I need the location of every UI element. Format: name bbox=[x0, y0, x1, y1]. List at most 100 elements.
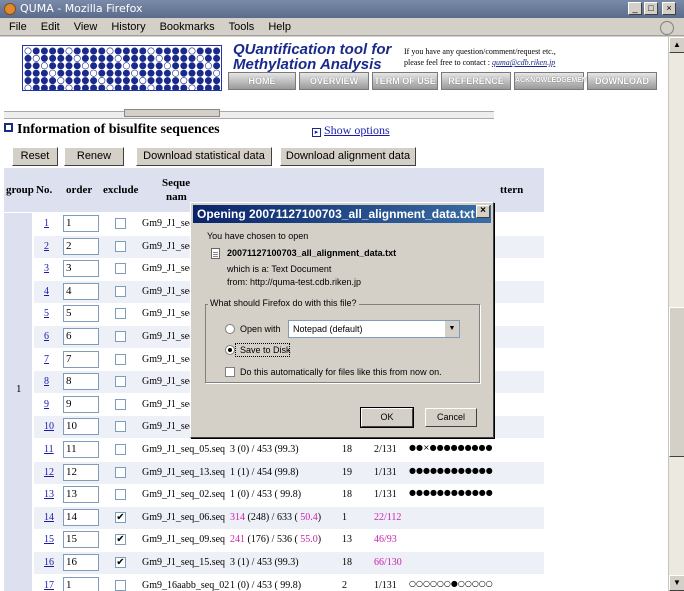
row-number-link[interactable]: 10 bbox=[44, 421, 54, 432]
auto-checkbox[interactable] bbox=[225, 367, 235, 377]
exclude-checkbox[interactable] bbox=[115, 376, 126, 388]
nav-acknowledgements[interactable]: ACKNOWLEDGEMENTS bbox=[514, 72, 596, 90]
nav-reference[interactable]: REFERENCE bbox=[441, 72, 511, 90]
row-number-link[interactable]: 13 bbox=[44, 489, 54, 500]
menu-history[interactable]: History bbox=[102, 18, 150, 33]
expand-icon: ▸ bbox=[312, 128, 321, 137]
order-input[interactable]: 7 bbox=[63, 350, 99, 368]
menu-bookmarks[interactable]: Bookmarks bbox=[151, 18, 220, 33]
save-to-disk-label[interactable]: Save to Disk bbox=[240, 345, 291, 355]
exclude-checkbox[interactable] bbox=[115, 331, 126, 342]
open-with-select[interactable]: Notepad (default) ▼ bbox=[288, 320, 460, 338]
scroll-up-button[interactable]: ▲ bbox=[669, 37, 684, 53]
menu-help[interactable]: Help bbox=[259, 18, 296, 33]
download-statistical-button[interactable]: Download statistical data bbox=[136, 147, 272, 166]
row-number-link[interactable]: 2 bbox=[44, 241, 49, 252]
renew-button[interactable]: Renew bbox=[64, 147, 124, 166]
order-input[interactable]: 6 bbox=[63, 328, 99, 345]
row-number-link[interactable]: 15 bbox=[44, 534, 54, 545]
minimize-button[interactable]: _ bbox=[628, 2, 642, 15]
menu-tools[interactable]: Tools bbox=[220, 18, 260, 33]
order-input[interactable]: 1 bbox=[63, 215, 99, 232]
row-number-link[interactable]: 14 bbox=[44, 512, 54, 523]
save-to-disk-radio[interactable] bbox=[225, 345, 235, 355]
ok-button[interactable]: OK bbox=[360, 407, 414, 428]
maximize-button[interactable]: □ bbox=[644, 2, 658, 15]
exclude-checkbox[interactable]: ✔ bbox=[115, 511, 126, 523]
row-number-link[interactable]: 12 bbox=[44, 467, 54, 478]
exclude-checkbox[interactable]: ✔ bbox=[115, 557, 126, 568]
row-number-link[interactable]: 4 bbox=[44, 286, 49, 297]
menu-view[interactable]: View bbox=[65, 18, 103, 33]
nav-terms[interactable]: TERM OF USE bbox=[372, 72, 438, 90]
exclude-checkbox[interactable] bbox=[115, 421, 126, 433]
order-input[interactable]: 15 bbox=[63, 531, 99, 549]
table-row: 16 16 ✔ Gm9_J1_seq_15.seq 3 (1) / 453 (99.3)… bbox=[34, 552, 544, 574]
vertical-scrollbar[interactable]: ▲ ▼ bbox=[668, 37, 684, 591]
exclude-checkbox[interactable] bbox=[115, 263, 126, 275]
exclude-checkbox[interactable] bbox=[115, 466, 126, 478]
row-number-link[interactable]: 8 bbox=[44, 376, 49, 387]
order-input[interactable]: 12 bbox=[63, 463, 99, 481]
exclude-checkbox[interactable] bbox=[115, 308, 126, 320]
nav-download[interactable]: DOWNLOAD bbox=[587, 72, 657, 90]
row-number-link[interactable]: 11 bbox=[44, 444, 54, 455]
order-input[interactable]: 1 bbox=[63, 576, 99, 591]
contact-email-link[interactable]: quma@cdb.riken.jp bbox=[492, 58, 555, 67]
nav-home[interactable]: HOME bbox=[228, 72, 296, 90]
order-input[interactable]: 9 bbox=[63, 395, 99, 413]
row-number-link[interactable]: 6 bbox=[44, 331, 49, 342]
exclude-checkbox[interactable] bbox=[115, 285, 126, 297]
logo-dot bbox=[32, 84, 40, 90]
col-group: group bbox=[6, 184, 34, 196]
reset-button[interactable]: Reset bbox=[12, 147, 58, 166]
row-number-link[interactable]: 16 bbox=[44, 557, 54, 568]
open-with-label[interactable]: Open with bbox=[240, 324, 281, 334]
download-alignment-button[interactable]: Download alignment data bbox=[280, 147, 416, 166]
order-input[interactable]: 3 bbox=[63, 260, 99, 278]
order-input[interactable]: 5 bbox=[63, 305, 99, 323]
exclude-checkbox[interactable] bbox=[115, 444, 126, 455]
order-input[interactable]: 8 bbox=[63, 373, 99, 391]
exclude-checkbox[interactable] bbox=[115, 353, 126, 365]
order-input[interactable]: 10 bbox=[63, 418, 99, 436]
row-number-link[interactable]: 3 bbox=[44, 263, 49, 274]
row-number-link[interactable]: 9 bbox=[44, 399, 49, 410]
dialog-title: Opening 20071127100703_all_alignment_dat… bbox=[193, 205, 491, 223]
row-number-link[interactable]: 7 bbox=[44, 354, 49, 365]
exclude-checkbox[interactable]: ✔ bbox=[115, 534, 126, 546]
group-cell: 1 bbox=[4, 213, 32, 591]
order-input[interactable]: 4 bbox=[63, 282, 99, 300]
logo-dot bbox=[204, 47, 212, 55]
nav-overview[interactable]: OVERVIEW bbox=[299, 72, 369, 90]
scroll-down-button[interactable]: ▼ bbox=[669, 575, 684, 591]
row-number-link[interactable]: 1 bbox=[44, 218, 49, 229]
logo-dot bbox=[172, 77, 180, 85]
show-options-link[interactable]: ▸ Show options bbox=[312, 123, 390, 138]
auto-label[interactable]: Do this automatically for files like thi… bbox=[240, 367, 442, 377]
exclude-checkbox[interactable] bbox=[115, 489, 126, 501]
close-window-button[interactable]: × bbox=[662, 2, 676, 15]
order-input[interactable]: 2 bbox=[63, 237, 99, 255]
order-input[interactable]: 16 bbox=[63, 554, 99, 571]
open-with-radio[interactable] bbox=[225, 324, 235, 334]
row-number-link[interactable]: 5 bbox=[44, 308, 49, 319]
row-number-link[interactable]: 17 bbox=[44, 580, 54, 591]
chevron-down-icon[interactable]: ▼ bbox=[444, 321, 459, 337]
collapse-icon[interactable] bbox=[4, 123, 13, 132]
col-name: nam bbox=[166, 191, 187, 203]
order-input[interactable]: 14 bbox=[63, 508, 99, 526]
exclude-checkbox[interactable] bbox=[115, 240, 126, 252]
logo-dot bbox=[98, 62, 106, 70]
dialog-close-button[interactable]: × bbox=[476, 205, 490, 218]
logo-dot bbox=[213, 62, 221, 70]
exclude-checkbox[interactable] bbox=[115, 579, 126, 591]
menu-edit[interactable]: Edit bbox=[32, 18, 65, 33]
exclude-checkbox[interactable] bbox=[115, 398, 126, 410]
order-input[interactable]: 13 bbox=[63, 486, 99, 504]
exclude-checkbox[interactable] bbox=[115, 218, 126, 229]
cancel-button[interactable]: Cancel bbox=[425, 408, 477, 427]
scroll-thumb[interactable] bbox=[669, 307, 684, 457]
menu-file[interactable]: File bbox=[0, 18, 32, 33]
order-input[interactable]: 11 bbox=[63, 441, 99, 458]
